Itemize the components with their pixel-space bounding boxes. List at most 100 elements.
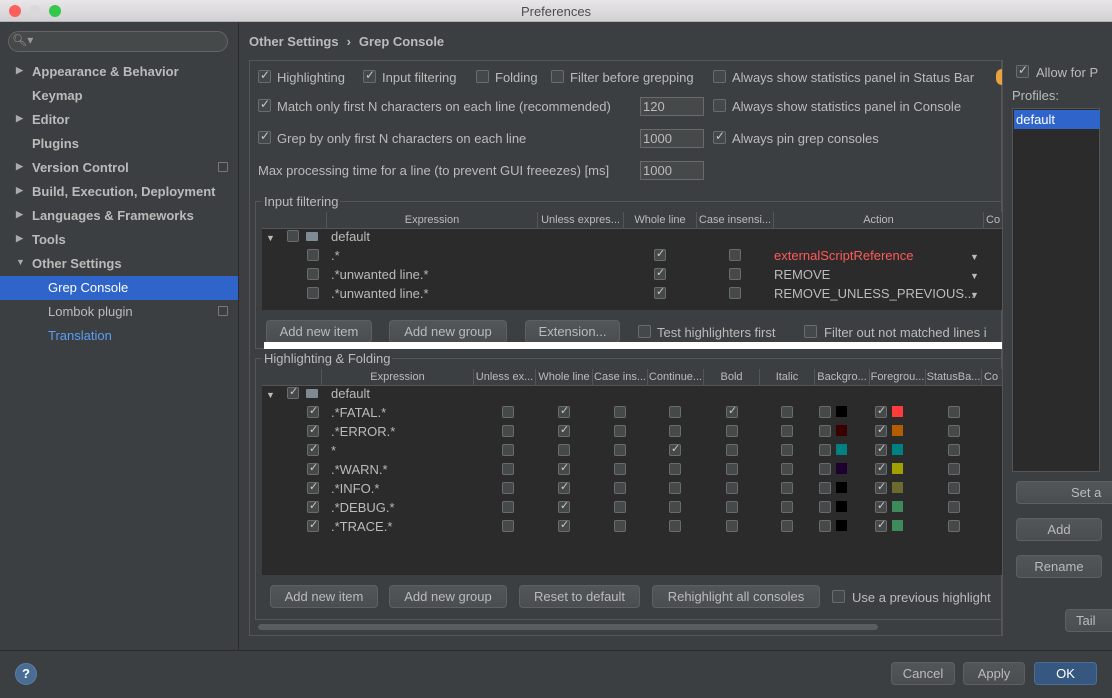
foreground-checkbox[interactable] (875, 404, 887, 418)
italic-checkbox[interactable] (781, 520, 793, 532)
background-color-swatch[interactable] (836, 482, 847, 493)
case-insensitive-checkbox[interactable] (729, 249, 741, 261)
unless-checkbox[interactable] (502, 482, 514, 494)
cancel-button[interactable]: Cancel (891, 662, 955, 685)
foreground-checkbox[interactable] (875, 461, 887, 475)
statusbar-checkbox[interactable] (948, 463, 960, 475)
sidebar-item-build[interactable]: ▶ Build, Execution, Deployment (0, 180, 238, 204)
italic-checkbox[interactable] (781, 425, 793, 437)
sidebar-item-keymap[interactable]: Keymap (0, 84, 238, 108)
chevron-down-icon[interactable]: ▼ (266, 390, 275, 400)
foreground-checkbox[interactable] (875, 442, 887, 456)
background-checkbox[interactable] (819, 482, 831, 494)
whole-line-checkbox[interactable] (558, 404, 570, 418)
statusbar-checkbox[interactable] (948, 501, 960, 513)
table-row[interactable]: ▼ default (262, 227, 1002, 246)
unless-checkbox[interactable] (502, 501, 514, 513)
continue-checkbox[interactable] (669, 501, 681, 513)
bold-checkbox[interactable] (726, 404, 738, 418)
sidebar-item-languages[interactable]: ▶ Languages & Frameworks (0, 204, 238, 228)
foreground-checkbox[interactable] (875, 499, 887, 513)
scrollbar-thumb[interactable] (258, 624, 878, 630)
case-insensitive-checkbox[interactable] (729, 287, 741, 299)
search-input[interactable]: 🔍︎▾ (8, 31, 228, 52)
case-insensitive-checkbox[interactable] (614, 406, 626, 418)
group-enabled-checkbox[interactable] (287, 385, 299, 399)
sidebar-item-lombok[interactable]: Lombok plugin (0, 300, 238, 324)
bold-checkbox[interactable] (726, 482, 738, 494)
whole-line-checkbox[interactable] (654, 266, 666, 280)
splitter-bar[interactable] (264, 342, 1002, 349)
chevron-down-icon[interactable]: ▼ (970, 290, 979, 300)
max-time-input[interactable]: 1000 (640, 161, 704, 180)
background-color-swatch[interactable] (836, 463, 847, 474)
reset-to-default-button[interactable]: Reset to default (519, 585, 640, 608)
filter-out-checkbox[interactable] (804, 325, 817, 338)
table-row[interactable]: .*TRACE.* (262, 517, 1002, 536)
italic-checkbox[interactable] (781, 444, 793, 456)
profiles-list[interactable]: default (1012, 108, 1100, 472)
background-checkbox[interactable] (819, 463, 831, 475)
background-color-swatch[interactable] (836, 425, 847, 436)
group-enabled-checkbox[interactable] (287, 230, 299, 242)
chevron-down-icon[interactable]: ▼ (970, 271, 979, 281)
unless-checkbox[interactable] (502, 444, 514, 456)
set-active-button[interactable]: Set a (1016, 481, 1112, 504)
foreground-color-swatch[interactable] (892, 501, 903, 512)
row-enabled-checkbox[interactable] (307, 423, 319, 437)
statusbar-checkbox[interactable] (948, 482, 960, 494)
sidebar-item-grep-console[interactable]: Grep Console (0, 276, 238, 300)
whole-line-checkbox[interactable] (654, 285, 666, 299)
sidebar-item-translation[interactable]: Translation (0, 324, 238, 348)
always-pin-checkbox[interactable] (713, 129, 726, 144)
add-profile-button[interactable]: Add (1016, 518, 1102, 541)
table-row[interactable]: .*WARN.* (262, 460, 1002, 479)
row-enabled-checkbox[interactable] (307, 268, 319, 280)
background-checkbox[interactable] (819, 425, 831, 437)
case-insensitive-checkbox[interactable] (614, 520, 626, 532)
grep-first-n-checkbox[interactable] (258, 129, 271, 144)
whole-line-checkbox[interactable] (558, 444, 570, 456)
case-insensitive-checkbox[interactable] (614, 501, 626, 513)
continue-checkbox[interactable] (669, 406, 681, 418)
background-color-swatch[interactable] (836, 444, 847, 455)
background-checkbox[interactable] (819, 520, 831, 532)
whole-line-checkbox[interactable] (558, 423, 570, 437)
unless-checkbox[interactable] (502, 520, 514, 532)
chevron-down-icon[interactable]: ▼ (266, 233, 275, 243)
italic-checkbox[interactable] (781, 463, 793, 475)
background-checkbox[interactable] (819, 406, 831, 418)
row-enabled-checkbox[interactable] (307, 499, 319, 513)
case-insensitive-checkbox[interactable] (614, 482, 626, 494)
sidebar-item-appearance[interactable]: ▶ Appearance & Behavior (0, 60, 238, 84)
sidebar-item-editor[interactable]: ▶ Editor (0, 108, 238, 132)
whole-line-checkbox[interactable] (558, 480, 570, 494)
test-highlighters-first-checkbox[interactable] (638, 325, 651, 338)
table-row[interactable]: .*DEBUG.* (262, 498, 1002, 517)
bold-checkbox[interactable] (726, 425, 738, 437)
stats-status-bar-checkbox[interactable] (713, 70, 726, 83)
apply-button[interactable]: Apply (963, 662, 1025, 685)
unless-checkbox[interactable] (502, 463, 514, 475)
whole-line-checkbox[interactable] (558, 499, 570, 513)
statusbar-checkbox[interactable] (948, 444, 960, 456)
sidebar-item-version-control[interactable]: ▶ Version Control (0, 156, 238, 180)
use-previous-highlight-checkbox[interactable] (832, 590, 845, 603)
statusbar-checkbox[interactable] (948, 406, 960, 418)
case-insensitive-checkbox[interactable] (614, 444, 626, 456)
whole-line-checkbox[interactable] (558, 461, 570, 475)
match-first-n-input[interactable]: 120 (640, 97, 704, 116)
profile-item[interactable]: default (1014, 110, 1100, 129)
horizontal-scrollbar[interactable] (256, 623, 1001, 631)
whole-line-checkbox[interactable] (654, 247, 666, 261)
italic-checkbox[interactable] (781, 501, 793, 513)
foreground-color-swatch[interactable] (892, 406, 903, 417)
background-color-swatch[interactable] (836, 501, 847, 512)
foreground-color-swatch[interactable] (892, 482, 903, 493)
action-cell[interactable]: externalScriptReference (774, 246, 913, 265)
action-cell[interactable]: REMOVE (774, 265, 830, 284)
foreground-color-swatch[interactable] (892, 425, 903, 436)
rename-profile-button[interactable]: Rename (1016, 555, 1102, 578)
unless-checkbox[interactable] (502, 406, 514, 418)
continue-checkbox[interactable] (669, 520, 681, 532)
